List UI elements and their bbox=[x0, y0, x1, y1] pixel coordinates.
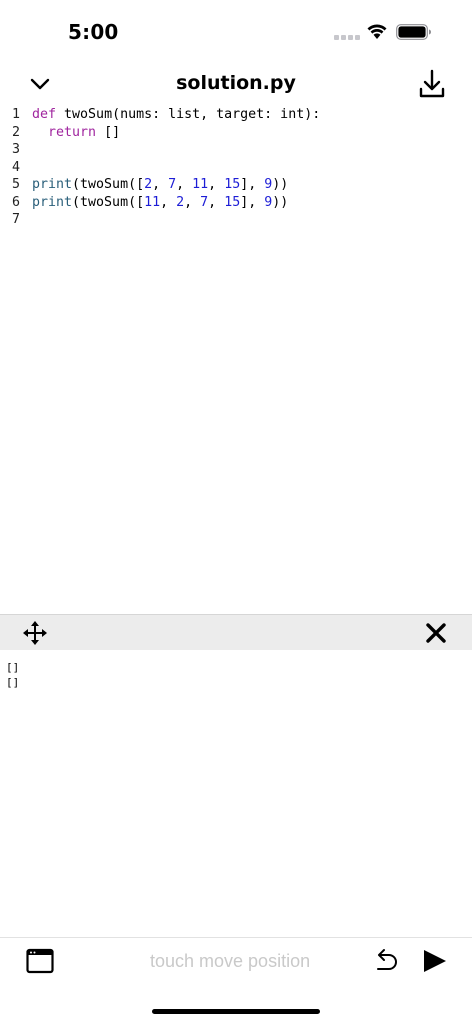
battery-icon bbox=[396, 24, 431, 40]
code-token: )) bbox=[272, 177, 289, 192]
console-line: [] bbox=[6, 676, 20, 689]
code-token: (twoSum([ bbox=[72, 177, 145, 192]
wifi-icon bbox=[367, 24, 387, 39]
code-token: [] bbox=[96, 124, 121, 140]
file-title: solution.py bbox=[176, 72, 296, 94]
code-token: 7 bbox=[200, 194, 209, 210]
code-token: , bbox=[176, 177, 193, 192]
status-bar: 5:00 bbox=[0, 0, 472, 64]
line-number: 7 bbox=[12, 212, 21, 227]
undo-icon[interactable] bbox=[372, 948, 400, 974]
line-number: 2 bbox=[12, 124, 21, 140]
console-toolbar bbox=[0, 614, 472, 650]
home-indicator bbox=[152, 1009, 320, 1014]
code-line[interactable]: 3 bbox=[0, 141, 472, 159]
code-token: 15 bbox=[224, 194, 241, 210]
code-token: def bbox=[32, 107, 57, 122]
cellular-signal-icon bbox=[334, 35, 360, 40]
code-token: 11 bbox=[192, 177, 209, 192]
move-arrows-icon[interactable] bbox=[22, 620, 48, 646]
console-output: [] [] bbox=[6, 660, 466, 690]
code-token: 15 bbox=[224, 177, 241, 192]
code-token: )) bbox=[272, 194, 289, 210]
bottom-toolbar: touch move position bbox=[0, 937, 472, 985]
download-icon[interactable] bbox=[418, 68, 446, 100]
toolbar-hint: touch move position bbox=[150, 951, 311, 971]
code-token: , bbox=[160, 194, 177, 210]
code-token: 2 bbox=[144, 177, 153, 192]
console-line: [] bbox=[6, 661, 20, 674]
code-token: , bbox=[184, 194, 201, 210]
line-number: 1 bbox=[12, 107, 21, 122]
code-token: ], bbox=[240, 194, 265, 210]
code-token: return bbox=[48, 124, 97, 140]
play-icon[interactable] bbox=[422, 949, 448, 973]
code-token: , bbox=[152, 177, 169, 192]
line-number: 6 bbox=[12, 194, 21, 210]
close-icon[interactable] bbox=[424, 621, 448, 645]
code-line[interactable]: 2 return [] bbox=[0, 124, 472, 142]
code-token: 7 bbox=[168, 177, 177, 192]
code-token: print bbox=[32, 194, 73, 210]
code-line[interactable]: 5 print(twoSum([2, 7, 11, 15], 9)) bbox=[0, 176, 472, 194]
status-time: 5:00 bbox=[68, 20, 119, 44]
code-line[interactable]: 6 print(twoSum([11, 2, 7, 15], 9)) bbox=[0, 194, 472, 212]
code-token: ], bbox=[240, 177, 265, 192]
line-number: 5 bbox=[12, 177, 21, 192]
code-token: 2 bbox=[176, 194, 185, 210]
code-token: twoSum(nums: list, target: int): bbox=[56, 107, 321, 122]
code-line[interactable]: 4 bbox=[0, 159, 472, 177]
line-number: 4 bbox=[12, 159, 21, 175]
line-number: 3 bbox=[12, 142, 21, 157]
code-token: , bbox=[208, 194, 225, 210]
browser-window-icon[interactable] bbox=[26, 948, 54, 974]
code-token: , bbox=[208, 177, 225, 192]
editor-header: solution.py bbox=[0, 64, 472, 104]
code-token: print bbox=[32, 177, 73, 192]
code-editor[interactable]: 1 def twoSum(nums: list, target: int): 2 r… bbox=[0, 106, 472, 612]
code-line[interactable]: 7 bbox=[0, 211, 472, 229]
code-token: (twoSum([ bbox=[72, 194, 145, 210]
code-line[interactable]: 1 def twoSum(nums: list, target: int): bbox=[0, 106, 472, 124]
code-token: 11 bbox=[144, 194, 161, 210]
